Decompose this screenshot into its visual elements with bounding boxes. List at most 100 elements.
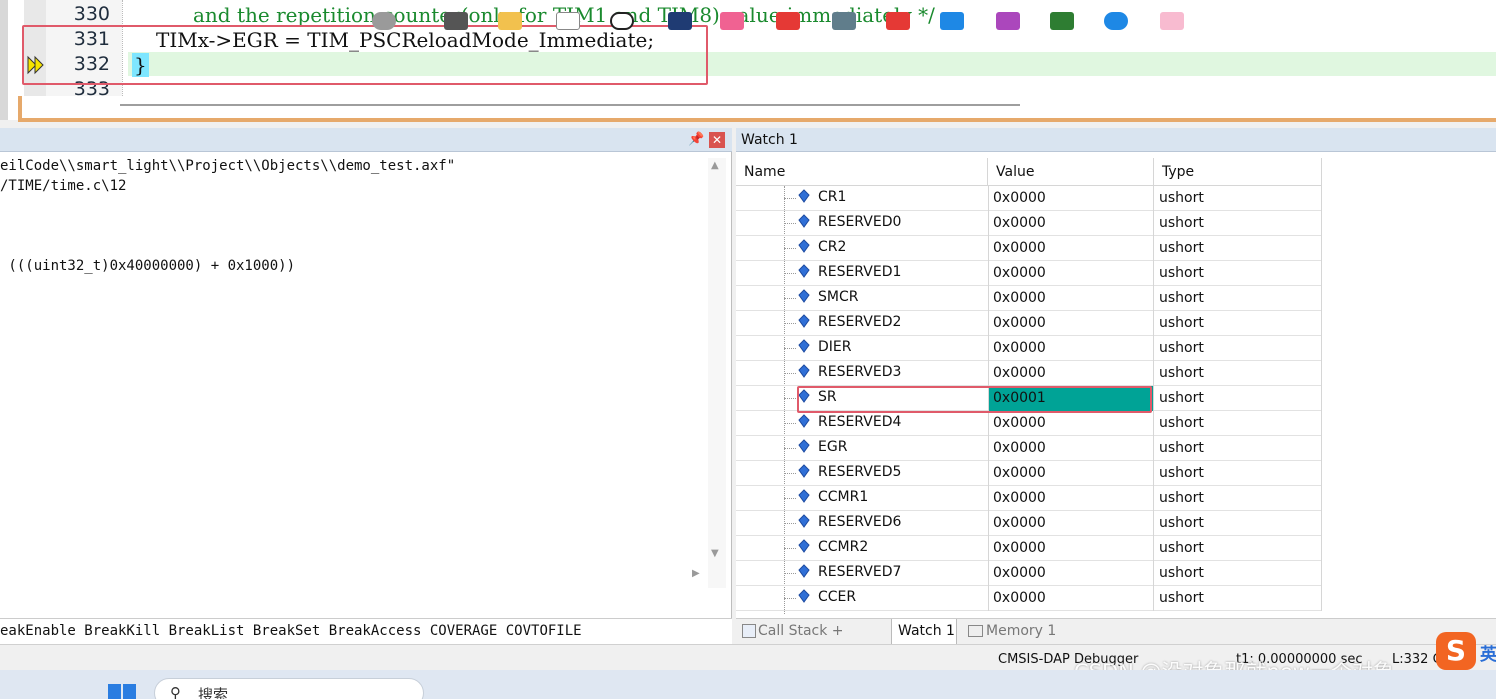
taskbar-app-icon[interactable]: [776, 12, 800, 30]
watch-value[interactable]: 0x0000: [988, 411, 1154, 436]
watch-name: RESERVED4: [818, 414, 902, 430]
watch-name: RESERVED3: [818, 364, 902, 380]
command-output-line: /TIME/time.c\12: [0, 178, 127, 194]
tree-connector: [784, 298, 796, 299]
taskbar-app-icon[interactable]: [556, 12, 580, 30]
tab-watch-1[interactable]: Watch 1: [891, 619, 957, 645]
column-name-header[interactable]: Name: [736, 158, 988, 186]
variable-icon: [798, 314, 810, 328]
watch-name: RESERVED1: [818, 264, 902, 280]
editor-left-border: [0, 0, 8, 120]
scroll-up-icon[interactable]: ▲: [711, 160, 719, 171]
watch-value[interactable]: 0x0000: [988, 461, 1154, 486]
tree-connector: [784, 398, 796, 399]
taskbar-app-icon[interactable]: [996, 12, 1020, 30]
sogou-ime-icon[interactable]: S: [1436, 632, 1476, 670]
tree-connector: [784, 473, 796, 474]
watch-value[interactable]: 0x0000: [988, 361, 1154, 386]
watch-row[interactable]: RESERVED0 0x0000 ushort: [736, 211, 1322, 236]
taskbar-app-icon[interactable]: [444, 12, 468, 30]
watch-type: ushort: [1154, 536, 1322, 561]
watch-row[interactable]: RESERVED2 0x0000 ushort: [736, 311, 1322, 336]
watch-value[interactable]: 0x0000: [988, 261, 1154, 286]
taskbar-app-icon[interactable]: [720, 12, 744, 30]
tree-connector: [784, 273, 796, 274]
highlight-box: [22, 25, 708, 85]
watch-value[interactable]: 0x0000: [988, 186, 1154, 211]
watch-row[interactable]: RESERVED5 0x0000 ushort: [736, 461, 1322, 486]
taskbar-app-icon[interactable]: [1160, 12, 1184, 30]
watch-value[interactable]: 0x0000: [988, 211, 1154, 236]
column-value-header[interactable]: Value: [988, 158, 1154, 186]
watch-value[interactable]: 0x0000: [988, 586, 1154, 611]
watch-row[interactable]: CR1 0x0000 ushort: [736, 186, 1322, 211]
taskbar-app-icon[interactable]: [886, 12, 910, 30]
tree-connector: [784, 248, 796, 249]
variable-icon: [798, 239, 810, 253]
watch-type: ushort: [1154, 461, 1322, 486]
watch-name: DIER: [818, 339, 852, 355]
windows-start-icon[interactable]: [108, 684, 136, 699]
watch-type: ushort: [1154, 186, 1322, 211]
watch-row[interactable]: EGR 0x0000 ushort: [736, 436, 1322, 461]
watch-value[interactable]: 0x0000: [988, 236, 1154, 261]
browser-icon[interactable]: [1104, 12, 1128, 30]
watch-row[interactable]: SMCR 0x0000 ushort: [736, 286, 1322, 311]
tab-memory-1[interactable]: Memory 1: [962, 619, 1066, 645]
taskbar-app-icon[interactable]: [1050, 12, 1074, 30]
column-type-header[interactable]: Type: [1154, 158, 1322, 186]
pin-icon[interactable]: 📌: [688, 132, 704, 147]
ime-mode[interactable]: 英: [1480, 640, 1496, 665]
calculator-icon[interactable]: [832, 12, 856, 30]
command-window[interactable]: 📌 ✕ eilCode\\smart_light\\Project\\Objec…: [0, 128, 732, 618]
scroll-down-icon[interactable]: ▼: [711, 548, 719, 559]
variable-icon: [798, 264, 810, 278]
variable-icon: [798, 364, 810, 378]
call-stack-icon: [742, 624, 756, 638]
watch-value[interactable]: 0x0000: [988, 486, 1154, 511]
watch-name: CCMR2: [818, 539, 869, 555]
watch-row[interactable]: RESERVED4 0x0000 ushort: [736, 411, 1322, 436]
watch-row[interactable]: RESERVED3 0x0000 ushort: [736, 361, 1322, 386]
taskbar-app-icon[interactable]: [668, 12, 692, 30]
watch-row[interactable]: DIER 0x0000 ushort: [736, 336, 1322, 361]
watch-type: ushort: [1154, 436, 1322, 461]
taskbar-search[interactable]: [154, 678, 424, 699]
watch-row[interactable]: CCMR1 0x0000 ushort: [736, 486, 1322, 511]
watch-row[interactable]: RESERVED6 0x0000 ushort: [736, 511, 1322, 536]
watch-row[interactable]: RESERVED1 0x0000 ushort: [736, 261, 1322, 286]
watch-value[interactable]: 0x0000: [988, 311, 1154, 336]
variable-icon: [798, 589, 810, 603]
editor-horizontal-scrollbar[interactable]: [120, 104, 1020, 106]
variable-icon: [798, 189, 810, 203]
watch-value[interactable]: 0x0000: [988, 336, 1154, 361]
watch-row[interactable]: CR2 0x0000 ushort: [736, 236, 1322, 261]
tab-call-stack[interactable]: Call Stack + Locals: [736, 619, 886, 663]
editor-border: [18, 96, 22, 122]
variable-icon: [798, 414, 810, 428]
watch-row[interactable]: CCER 0x0000 ushort: [736, 586, 1322, 611]
close-icon[interactable]: ✕: [709, 132, 725, 148]
taskbar-app-icon[interactable]: [372, 12, 396, 30]
watch-row[interactable]: CCMR2 0x0000 ushort: [736, 536, 1322, 561]
taskbar-app-icon[interactable]: [610, 12, 634, 30]
watch-row[interactable]: RESERVED7 0x0000 ushort: [736, 561, 1322, 586]
watch-value[interactable]: 0x0000: [988, 561, 1154, 586]
scroll-right-icon[interactable]: ▶: [692, 568, 700, 579]
watch-value[interactable]: 0x0000: [988, 286, 1154, 311]
command-output-line: eilCode\\smart_light\\Project\\Objects\\…: [0, 158, 456, 174]
watch-type: ushort: [1154, 411, 1322, 436]
folder-icon[interactable]: [498, 12, 522, 30]
taskbar-app-icon[interactable]: [940, 12, 964, 30]
variable-icon: [798, 564, 810, 578]
watch-name: RESERVED0: [818, 214, 902, 230]
watch-value[interactable]: 0x0000: [988, 511, 1154, 536]
watch-type: ushort: [1154, 336, 1322, 361]
search-icon: ⚲: [170, 684, 181, 699]
watch-value[interactable]: 0x0000: [988, 436, 1154, 461]
watch-name: CCMR1: [818, 489, 869, 505]
command-scrollbar[interactable]: [708, 158, 726, 588]
command-window-titlebar: 📌 ✕: [0, 128, 732, 152]
watch-type: ushort: [1154, 311, 1322, 336]
watch-value[interactable]: 0x0000: [988, 536, 1154, 561]
